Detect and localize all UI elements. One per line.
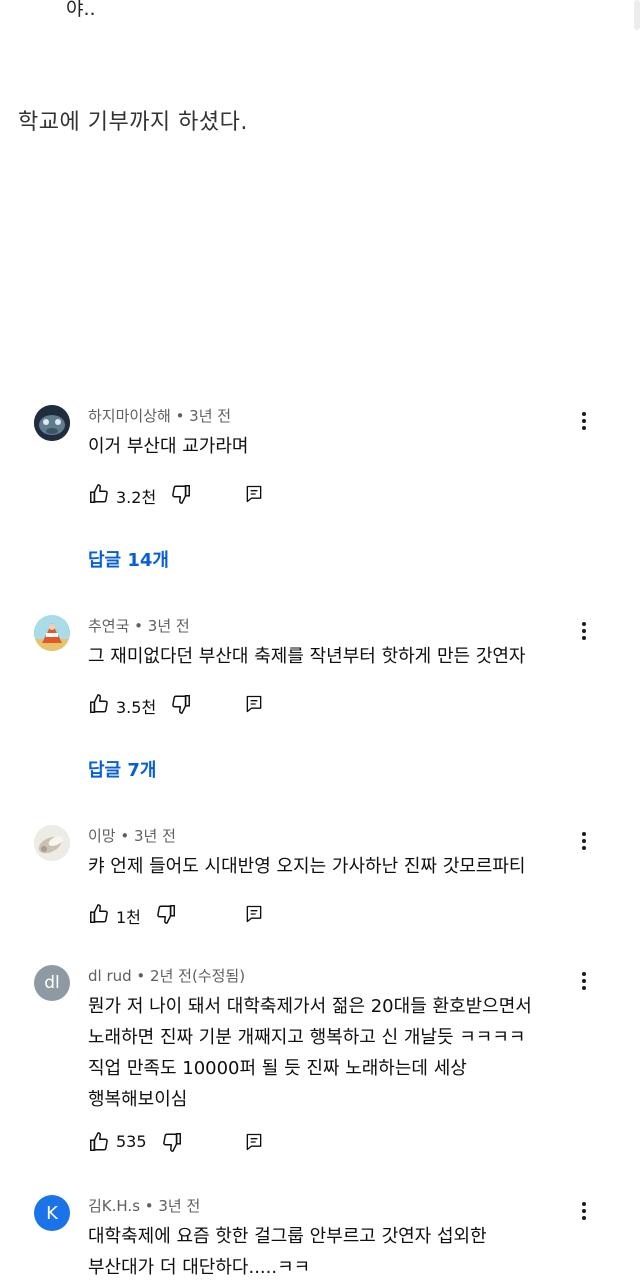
like-button[interactable] xyxy=(88,691,110,717)
like-button[interactable] xyxy=(88,1129,110,1155)
dislike-button[interactable] xyxy=(161,1129,183,1155)
comment-actions: 3.5천 xyxy=(88,691,288,717)
comment-actions: 1천 xyxy=(88,901,288,927)
reply-button[interactable] xyxy=(244,691,264,717)
comment-actions: 3.2천 xyxy=(88,481,288,507)
comment-text: 캬 언제 들어도 시대반영 오지는 가사하난 진짜 갓모르파티 xyxy=(88,851,526,882)
thumbs-up-icon xyxy=(88,903,110,925)
comment-line: 캬 언제 들어도 시대반영 오지는 가사하난 진짜 갓모르파티 xyxy=(88,856,526,877)
reply-icon xyxy=(244,1132,264,1152)
thumbs-down-icon xyxy=(155,903,177,925)
avatar[interactable] xyxy=(34,825,70,861)
avatar-letters: dl xyxy=(44,973,60,993)
like-button[interactable] xyxy=(88,901,110,927)
avatar[interactable] xyxy=(34,405,70,441)
comment-line: 대학축제에 요즘 핫한 걸그룹 안부르고 갓연자 섭외한 xyxy=(88,1226,487,1247)
like-button[interactable] xyxy=(88,481,110,507)
scrollbar[interactable] xyxy=(634,0,640,30)
more-options-icon[interactable] xyxy=(572,619,596,643)
reply-icon xyxy=(244,484,264,504)
photo-avatar-icon xyxy=(34,405,70,441)
comment-line: 뭔가 저 나이 돼서 대학축제가서 젊은 20대들 환호받으면서 xyxy=(88,996,532,1017)
comment-meta: 추연국 • 3년 전 xyxy=(88,617,190,635)
reply-button[interactable] xyxy=(244,1129,264,1155)
view-replies-link[interactable]: 답글 14개 xyxy=(88,546,169,572)
thumbs-down-icon xyxy=(170,693,192,715)
comment-meta: 김K.H.s • 3년 전 xyxy=(88,1197,201,1215)
comment-line: 직업 만족도 10000퍼 될 듯 진짜 노래하는데 세상 xyxy=(88,1058,467,1079)
like-count: 1천 xyxy=(116,908,141,927)
like-count: 3.5천 xyxy=(116,698,157,717)
reply-button[interactable] xyxy=(244,901,264,927)
avatar[interactable] xyxy=(34,615,70,651)
more-options-icon[interactable] xyxy=(572,409,596,433)
comment-meta: 이망 • 3년 전 xyxy=(88,827,176,845)
comment-meta: dl rud • 2년 전(수정됨) xyxy=(88,967,246,985)
comment-line: 부산대가 더 대단하다.....ㅋㅋ xyxy=(88,1257,311,1278)
like-count: 3.2천 xyxy=(116,488,157,507)
comment-line: 그 재미없다던 부산대 축제를 작년부터 핫하게 만든 갓연자 xyxy=(88,646,526,667)
avatar-letters: K xyxy=(46,1202,58,1224)
dislike-button[interactable] xyxy=(170,691,192,717)
comment-text: 대학축제에 요즘 핫한 걸그룹 안부르고 갓연자 섭외한 부산대가 더 대단하다… xyxy=(88,1221,487,1280)
comment-meta: 하지마이상해 • 3년 전 xyxy=(88,407,232,425)
comment-text: 뭔가 저 나이 돼서 대학축제가서 젊은 20대들 환호받으면서 노래하면 진짜… xyxy=(88,991,532,1115)
dislike-button[interactable] xyxy=(170,481,192,507)
thumbs-down-icon xyxy=(170,483,192,505)
comment-actions: 535 xyxy=(88,1129,288,1155)
comment-text: 이거 부산대 교가라며 xyxy=(88,431,248,462)
avatar[interactable]: dl xyxy=(34,965,70,1001)
like-count: 535 xyxy=(116,1132,147,1151)
thumbs-up-icon xyxy=(88,483,110,505)
more-options-icon[interactable] xyxy=(572,969,596,993)
dislike-button[interactable] xyxy=(155,901,177,927)
more-options-icon[interactable] xyxy=(572,829,596,853)
reply-icon xyxy=(244,694,264,714)
comment-text: 그 재미없다던 부산대 축제를 작년부터 핫하게 만든 갓연자 xyxy=(88,641,526,672)
thumbs-down-icon xyxy=(161,1131,183,1153)
thumbs-up-icon xyxy=(88,1131,110,1153)
comment-line: 이거 부산대 교가라며 xyxy=(88,436,249,457)
previous-text: 야.. xyxy=(66,0,96,20)
photo-avatar-icon xyxy=(34,615,70,651)
reply-icon xyxy=(244,904,264,924)
reply-button[interactable] xyxy=(244,481,264,507)
comment-line: 노래하면 진짜 기분 개째지고 행복하고 신 개날듯 ㅋㅋㅋㅋ xyxy=(88,1027,526,1048)
photo-avatar-icon xyxy=(34,825,70,861)
more-options-icon[interactable] xyxy=(572,1199,596,1223)
thumbs-up-icon xyxy=(88,693,110,715)
description-text: 학교에 기부까지 하셨다. xyxy=(18,110,248,135)
view-replies-link[interactable]: 답글 7개 xyxy=(88,756,156,782)
comment-line: 행복해보이심 xyxy=(88,1089,188,1110)
avatar[interactable]: K xyxy=(34,1195,70,1231)
